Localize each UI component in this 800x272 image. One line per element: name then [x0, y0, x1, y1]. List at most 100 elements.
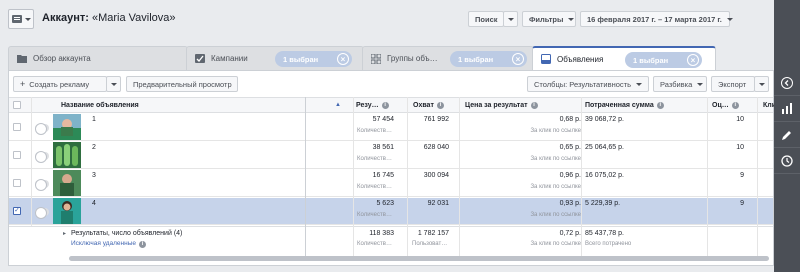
reach-value: 628 040	[423, 144, 449, 151]
create-ad-label: Создать рекламу	[29, 79, 90, 89]
account-dropdown[interactable]	[8, 9, 34, 29]
col-name-header[interactable]: Название объявления	[61, 98, 341, 112]
tab-ads[interactable]: Объявления 1 выбран ×	[532, 46, 716, 70]
col-results-header[interactable]: Резу… i	[356, 98, 389, 112]
info-icon[interactable]: i	[656, 101, 664, 109]
col-divider	[757, 97, 758, 256]
ad-thumbnail[interactable]	[53, 170, 81, 196]
info-icon[interactable]: i	[436, 101, 444, 109]
row-toggle[interactable]	[35, 123, 49, 135]
table-row[interactable]: 2 38 561 Количеств… 628 040 0,65 р. За к…	[9, 142, 773, 169]
pill-label: 1 выбран	[633, 55, 669, 65]
score-value: 10	[736, 116, 744, 123]
export-dropdown[interactable]	[754, 76, 769, 92]
adsets-selected-pill[interactable]: 1 выбран ×	[450, 51, 527, 67]
ads-selected-pill[interactable]: 1 выбран ×	[625, 52, 702, 68]
col-cost-header[interactable]: Цена за результат i	[465, 98, 538, 112]
columns-button[interactable]: Столбцы: Результативность	[527, 76, 649, 92]
row-toggle[interactable]	[35, 151, 49, 163]
edit-button[interactable]	[774, 122, 800, 148]
total-reach-sublabel: Пользоват…	[412, 241, 448, 247]
collapse-panel-button[interactable]	[774, 70, 800, 96]
table-row[interactable]: 1 57 454 Количеств… 761 992 0,68 р. За к…	[9, 114, 773, 141]
filters-button[interactable]: Фильтры	[522, 11, 576, 27]
close-icon[interactable]: ×	[687, 54, 699, 66]
chevron-down-icon	[726, 17, 733, 21]
summary-row: ▸ Результаты, число объявлений (4) Исклю…	[9, 226, 773, 256]
spent-value: 5 229,39 р.	[585, 200, 621, 207]
row-toggle[interactable]	[35, 179, 49, 191]
breakdown-label: Разбивка	[660, 79, 693, 89]
breakdown-button[interactable]: Разбивка	[653, 76, 707, 92]
preview-button[interactable]: Предварительный просмотр	[126, 76, 238, 92]
ad-thumbnail[interactable]	[53, 114, 81, 140]
col-divider	[707, 97, 708, 256]
reach-value: 300 094	[423, 172, 449, 179]
col-spent-header[interactable]: Потраченная сумма i	[585, 98, 664, 112]
history-button[interactable]	[774, 148, 800, 174]
chevron-down-icon	[759, 82, 765, 86]
col-label: Потраченная сумма	[585, 101, 654, 109]
expand-icon[interactable]: ▸	[63, 230, 66, 257]
folder-icon	[17, 54, 27, 63]
search-button[interactable]: Поиск	[468, 11, 504, 27]
col-divider	[305, 97, 306, 256]
export-button[interactable]: Экспорт	[711, 76, 755, 92]
row-checkbox[interactable]	[13, 179, 21, 187]
row-checkbox[interactable]	[13, 151, 21, 159]
select-all-checkbox[interactable]	[13, 101, 21, 109]
spent-value: 39 068,72 р.	[585, 116, 624, 123]
create-ad-dropdown[interactable]	[106, 76, 121, 92]
col-divider	[31, 97, 32, 226]
chart-icon	[782, 103, 792, 114]
ad-name[interactable]: 3	[92, 172, 96, 199]
close-icon[interactable]: ×	[337, 53, 349, 65]
tab-campaigns[interactable]: Кампании 1 выбран ×	[186, 46, 364, 70]
table-row-selected[interactable]: ✓ 4 5 623 Количеств… 92 031 0,93 р. За к…	[9, 198, 773, 225]
charts-button[interactable]	[774, 96, 800, 122]
ad-name[interactable]: 2	[92, 144, 96, 171]
close-icon[interactable]: ×	[512, 53, 524, 65]
col-divider	[581, 97, 582, 256]
horizontal-scrollbar[interactable]	[69, 256, 769, 261]
table-row[interactable]: 3 16 745 Количеств… 300 094 0,96 р. За к…	[9, 170, 773, 197]
ad-name[interactable]: 4	[92, 200, 96, 227]
clock-icon	[781, 154, 793, 167]
ad-thumbnail[interactable]	[53, 142, 81, 168]
pencil-icon	[782, 130, 791, 140]
info-icon[interactable]: i	[381, 101, 389, 109]
export-label: Экспорт	[718, 79, 747, 89]
row-checkbox-checked[interactable]: ✓	[13, 207, 21, 215]
info-icon[interactable]: i	[530, 101, 538, 109]
collapse-panel-icon	[781, 76, 793, 89]
account-dropdown-icon	[11, 15, 22, 23]
spent-value: 25 064,65 р.	[585, 144, 624, 151]
preview-label: Предварительный просмотр	[133, 79, 232, 89]
date-range-label: 16 февраля 2017 г. – 17 марта 2017 г.	[587, 14, 722, 24]
right-sidebar	[774, 0, 800, 272]
row-toggle[interactable]	[35, 207, 49, 219]
ads-panel: + Создать рекламу Предварительный просмот…	[8, 70, 776, 266]
tab-account-overview[interactable]: Обзор аккаунта	[8, 46, 188, 70]
info-icon[interactable]: i	[139, 241, 147, 248]
ad-name[interactable]: 1	[92, 116, 96, 143]
campaigns-selected-pill[interactable]: 1 выбран ×	[275, 51, 352, 67]
info-icon[interactable]: i	[731, 101, 739, 109]
sort-asc-icon[interactable]: ▲	[335, 98, 341, 112]
search-dropdown-button[interactable]	[503, 11, 518, 27]
col-reach-header[interactable]: Охват i	[413, 98, 444, 112]
exclude-deleted-link[interactable]: Исключая удаленные i	[71, 240, 147, 267]
score-value: 10	[736, 144, 744, 151]
ad-thumbnail[interactable]	[53, 198, 81, 224]
avg-cost-sublabel: За клик по ссылке	[530, 241, 581, 247]
date-range-button[interactable]: 16 февраля 2017 г. – 17 марта 2017 г.	[580, 11, 733, 27]
create-ad-button[interactable]: + Создать рекламу	[13, 76, 107, 92]
col-score-header[interactable]: Оц… i	[712, 98, 739, 112]
col-label: Охват	[413, 101, 434, 109]
tab-adsets[interactable]: Группы объ… 1 выбран ×	[362, 46, 534, 70]
col-divider	[407, 97, 408, 256]
row-checkbox[interactable]	[13, 123, 21, 131]
account-label: Аккаунт:	[42, 12, 89, 24]
col-label: Название объявления	[61, 101, 139, 109]
col-label: Оц…	[712, 101, 729, 109]
